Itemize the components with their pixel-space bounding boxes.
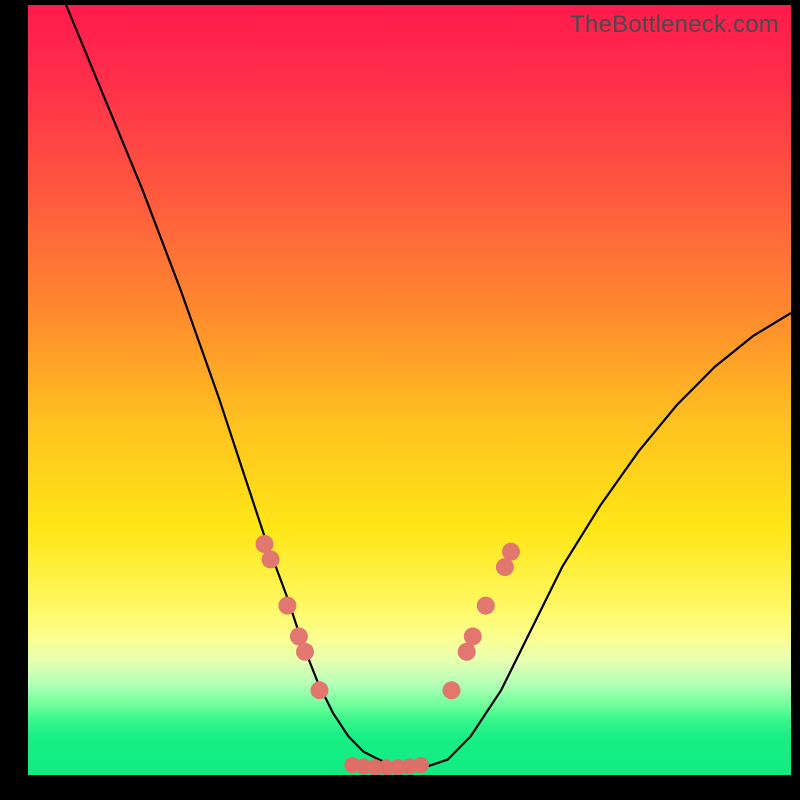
bottleneck-curve-svg <box>28 5 791 775</box>
marker-dot <box>464 627 482 645</box>
outer-frame: TheBottleneck.com <box>0 0 800 800</box>
marker-dot <box>256 535 274 553</box>
marker-dot <box>477 597 495 615</box>
marker-dot <box>262 550 280 568</box>
markers-bottom <box>344 757 429 775</box>
markers-left <box>256 535 329 699</box>
marker-dot <box>278 597 296 615</box>
marker-dot <box>443 681 461 699</box>
marker-dot <box>502 543 520 561</box>
marker-dot <box>290 627 308 645</box>
marker-dot <box>296 643 314 661</box>
plot-area: TheBottleneck.com <box>28 5 791 775</box>
marker-dot <box>496 558 514 576</box>
marker-dot <box>458 643 476 661</box>
marker-dot <box>413 757 429 773</box>
marker-dot <box>311 681 329 699</box>
bottleneck-curve <box>66 5 791 767</box>
